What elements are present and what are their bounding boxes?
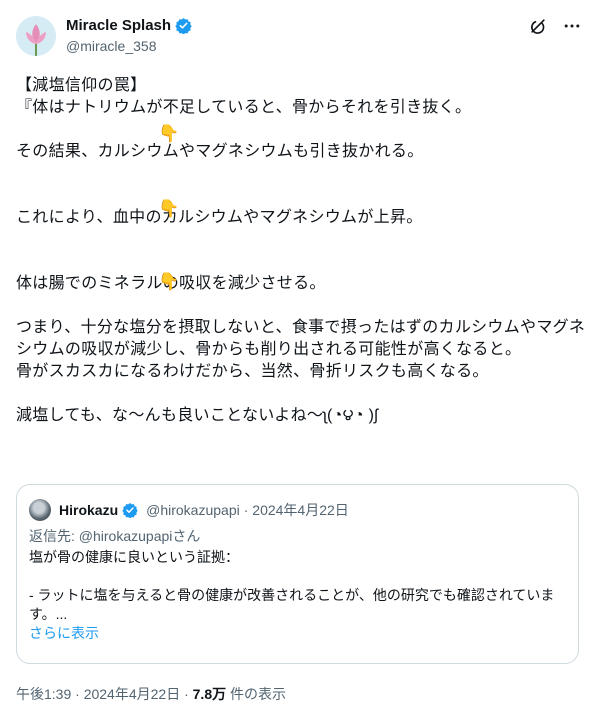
author-handle[interactable]: @miracle_358 — [66, 38, 156, 54]
reply-to-label: 返信先: — [29, 528, 79, 544]
quoted-tweet-text: 塩が骨の健康に良いという証拠： - ラットに塩を与えると骨の健康が改善されること… — [29, 549, 555, 622]
pointing-down-emoji: 👇 — [158, 199, 180, 218]
tweet-timestamp[interactable]: 午後1:39 · 2024年4月22日 · — [16, 686, 193, 702]
quoted-author-handle: @hirokazupapi — [146, 502, 240, 518]
author-avatar[interactable] — [16, 16, 56, 56]
pointing-down-emoji: 👇 — [158, 272, 180, 291]
quoted-author-name: Hirokazu — [59, 502, 119, 518]
pointing-down-emoji: 👇 — [158, 124, 180, 143]
reply-to-handle[interactable]: @hirokazupapiさん — [79, 528, 201, 544]
show-more-link[interactable]: さらに表示 — [29, 624, 569, 643]
quoted-date: · 2024年4月22日 — [243, 502, 349, 518]
verified-badge-icon — [175, 17, 192, 35]
author-display-name[interactable]: Miracle Splash — [66, 17, 171, 34]
quoted-author-avatar — [29, 499, 51, 521]
verified-badge-icon — [122, 502, 139, 519]
tweet-body: 【減塩信仰の罠】 『体はナトリウムが不足していると、骨からそれを引き抜く。 その… — [16, 77, 586, 424]
quoted-tweet-card[interactable]: Hirokazu @hirokazupapi · 2024年4月22日 返信先:… — [16, 484, 579, 664]
reply-to-line: 返信先: @hirokazupapiさん — [29, 527, 569, 546]
view-count: 7.8万 — [192, 686, 227, 702]
view-count-label: 件の表示 — [226, 686, 286, 702]
grok-icon[interactable] — [528, 16, 548, 36]
more-options-icon[interactable] — [562, 16, 582, 36]
tweet-meta-footer: 午後1:39 · 2024年4月22日 · 7.8万 件の表示 — [16, 684, 286, 704]
tweet-header: Miracle Splash @miracle_358 — [16, 14, 582, 58]
